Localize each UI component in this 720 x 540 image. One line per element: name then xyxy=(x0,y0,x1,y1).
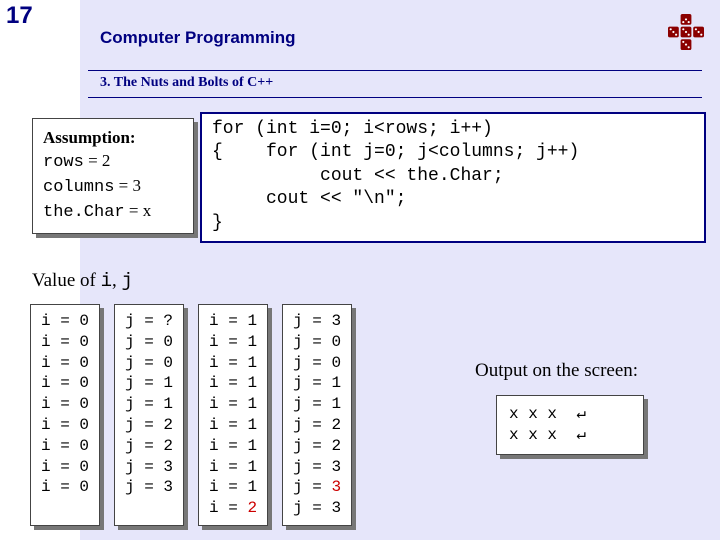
rows-label: rows xyxy=(43,153,84,172)
char-label: the.Char xyxy=(43,203,125,222)
output-label: Output on the screen: xyxy=(475,360,638,382)
char-value: = x xyxy=(129,201,151,220)
assumption-box: Assumption: rows = 2 columns = 3 the.Cha… xyxy=(32,118,194,234)
trace-col-4-b: j = 3 xyxy=(293,499,341,517)
valueof-sep: , xyxy=(112,270,122,291)
columns-value: = 3 xyxy=(119,176,141,195)
slide-number: 17 xyxy=(6,2,33,30)
trace-col-4: j = 3 j = 0 j = 0 j = 1 j = 1 j = 2 j = … xyxy=(282,304,352,526)
trace-col-1: i = 0 i = 0 i = 0 i = 0 i = 0 i = 0 i = … xyxy=(30,304,100,526)
valueof-i: i xyxy=(101,270,112,292)
assumption-heading: Assumption: xyxy=(43,128,136,147)
trace-col-4-a: j = 3 j = 0 j = 0 j = 1 j = 1 j = 2 j = … xyxy=(293,312,341,496)
columns-label: columns xyxy=(43,178,114,197)
valueof-j: j xyxy=(122,270,133,292)
trace-col-2: j = ? j = 0 j = 0 j = 1 j = 1 j = 2 j = … xyxy=(114,304,184,526)
value-of-label: Value of i, j xyxy=(32,270,133,292)
subtitle-text: 3. The Nuts and Bolts of C++ xyxy=(80,71,710,97)
trace-col-3-body: i = 1 i = 1 i = 1 i = 1 i = 1 i = 1 i = … xyxy=(209,312,257,517)
code-box: for (int i=0; i<rows; i++) { for (int j=… xyxy=(200,112,706,243)
trace-col-3-red: 2 xyxy=(247,499,257,517)
subtitle-bar: 3. The Nuts and Bolts of C++ xyxy=(80,70,710,98)
output-box: x x x ↵ x x x ↵ xyxy=(496,395,644,455)
trace-columns: i = 0 i = 0 i = 0 i = 0 i = 0 i = 0 i = … xyxy=(30,304,352,526)
valueof-prefix: Value of xyxy=(32,270,101,291)
rows-value: = 2 xyxy=(88,151,110,170)
logo-icon xyxy=(668,14,704,50)
trace-col-4-red: 3 xyxy=(331,478,341,496)
page-title: Computer Programming xyxy=(100,28,296,48)
trace-col-3: i = 1 i = 1 i = 1 i = 1 i = 1 i = 1 i = … xyxy=(198,304,268,526)
